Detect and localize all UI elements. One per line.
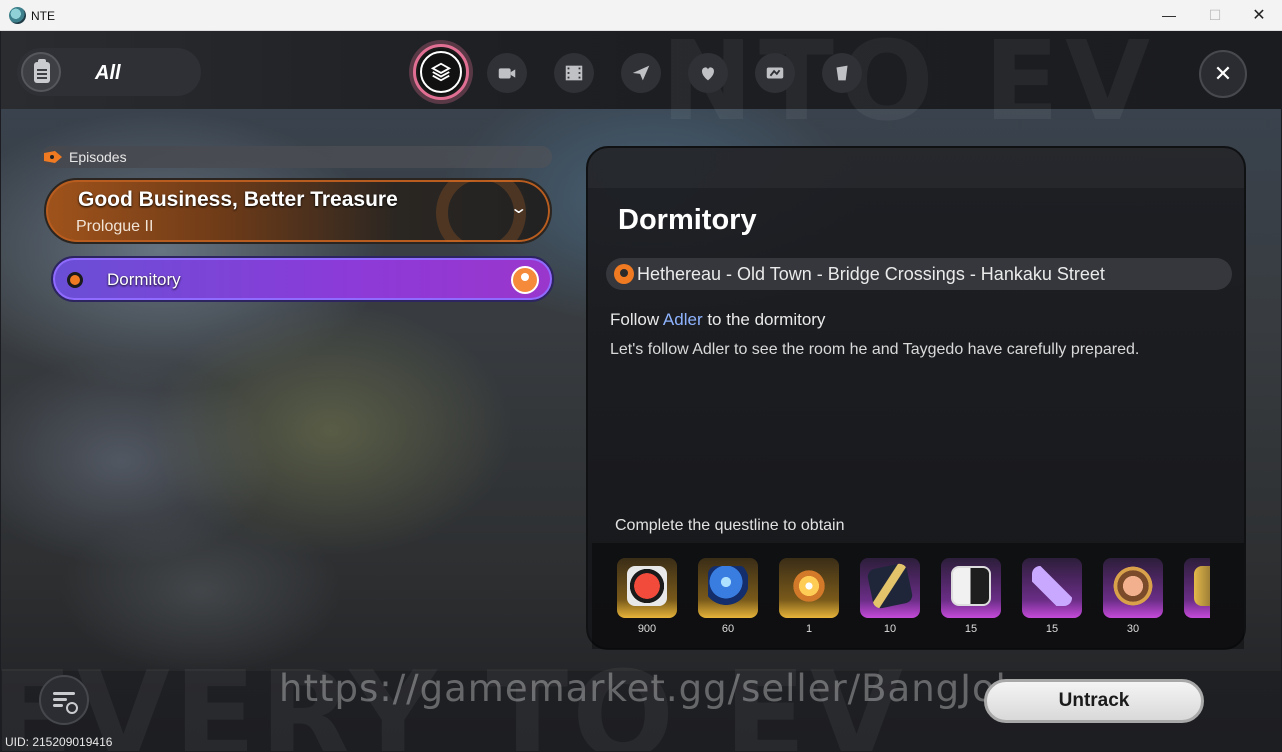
episode-subtitle: Prologue II	[76, 218, 154, 235]
film-icon	[565, 65, 583, 81]
quest-filter[interactable]: All	[17, 48, 201, 96]
location-pin-icon	[614, 264, 634, 284]
paper-plane-icon	[632, 65, 650, 81]
reward-quantity: 1	[805, 623, 813, 635]
quest-location[interactable]: Hethereau - Old Town - Bridge Crossings …	[606, 258, 1232, 290]
book-icon	[866, 562, 914, 610]
tab-camera-quests[interactable]	[487, 53, 527, 93]
reward-quantity: 900	[637, 623, 657, 635]
reward-item[interactable]: 1	[779, 558, 839, 635]
orb-icon	[708, 566, 748, 606]
quest-item-label: Dormitory	[107, 270, 181, 289]
burst-icon	[789, 566, 829, 606]
minimize-button[interactable]: —	[1146, 0, 1192, 31]
tab-paper-plane-quests[interactable]	[621, 53, 661, 93]
heart-sprout-icon	[702, 67, 714, 81]
item-icon	[1194, 566, 1210, 606]
objective-prefix: Follow	[610, 310, 663, 329]
camera-icon	[498, 68, 516, 79]
map-pin-icon[interactable]	[511, 266, 539, 294]
episode-card[interactable]: Good Business, Better Treasure Prologue …	[44, 178, 552, 244]
app-logo-icon	[9, 7, 26, 24]
reward-list[interactable]: 900 60 1 10 15 15 30	[592, 543, 1244, 649]
tab-heart-quests[interactable]	[688, 53, 728, 93]
badge-icon	[627, 566, 667, 606]
reward-title: Complete the questline to obtain	[615, 517, 845, 534]
window-title: NTE	[31, 9, 55, 23]
episodes-header: Episodes	[41, 146, 552, 168]
reward-item[interactable]: 30	[1103, 558, 1163, 635]
filter-label: All	[95, 62, 121, 84]
quest-status-dot	[67, 272, 83, 288]
reward-item[interactable]: 15	[1022, 558, 1082, 635]
chevron-down-icon[interactable]: ⌄	[509, 198, 528, 218]
coin-icon	[1113, 566, 1153, 606]
reward-item[interactable]: 15	[941, 558, 1001, 635]
objective-npc-name: Adler	[662, 310, 703, 329]
quest-title: Dormitory	[618, 204, 757, 236]
reward-quantity: 30	[1126, 623, 1140, 635]
game-viewport: NTO EV EVERY TO EV All ✕ Episodes Good B…	[1, 31, 1281, 751]
reward-item[interactable]: 60	[698, 558, 758, 635]
detail-header-strip	[588, 148, 1244, 188]
top-bar-decoration: NTO EV	[661, 31, 1157, 145]
tab-film-quests[interactable]	[554, 53, 594, 93]
objective-suffix: to the dormitory	[702, 310, 826, 329]
reward-quantity: 15	[1045, 623, 1059, 635]
reward-quantity: 15	[964, 623, 978, 635]
close-button[interactable]: ✕	[1199, 50, 1247, 98]
reward-quantity: 6	[1184, 623, 1210, 635]
bottom-bar-decoration: EVERY TO EV	[1, 647, 907, 751]
ticket-icon	[766, 67, 784, 79]
episode-title: Good Business, Better Treasure	[78, 188, 398, 211]
quest-item-dormitory[interactable]: Dormitory	[51, 256, 554, 302]
maximize-button[interactable]: ☐	[1192, 0, 1238, 31]
layers-icon	[430, 62, 452, 82]
reward-item[interactable]: 900	[617, 558, 677, 635]
window-close-button[interactable]: ✕	[1236, 0, 1282, 31]
episodes-icon	[44, 151, 62, 163]
reward-item[interactable]: 6	[1184, 558, 1210, 635]
window-titlebar: NTE — ☐ ✕	[0, 0, 1282, 31]
cup-icon	[836, 65, 848, 81]
quest-description: Let's follow Adler to see the room he an…	[610, 341, 1140, 358]
gun-icon	[1032, 566, 1072, 606]
user-id: UID: 215209019416	[5, 735, 113, 749]
episodes-label: Episodes	[69, 149, 127, 165]
untrack-button[interactable]: Untrack	[984, 679, 1204, 723]
reward-track: 900 60 1 10 15 15 30	[592, 543, 1210, 649]
reward-quantity: 60	[721, 623, 735, 635]
tab-all-quests[interactable]	[413, 44, 469, 100]
clipboard-icon	[21, 52, 61, 92]
tracking-list-icon[interactable]	[39, 675, 89, 725]
quest-objective: Follow Adler to the dormitory	[610, 310, 825, 330]
reward-item[interactable]: 10	[860, 558, 920, 635]
tab-cup-quests[interactable]	[822, 53, 862, 93]
tab-ticket-quests[interactable]	[755, 53, 795, 93]
reward-quantity: 10	[883, 623, 897, 635]
cards-icon	[951, 566, 991, 606]
quest-detail-panel: Dormitory Hethereau - Old Town - Bridge …	[586, 146, 1246, 650]
location-text: Hethereau - Old Town - Bridge Crossings …	[637, 264, 1105, 284]
